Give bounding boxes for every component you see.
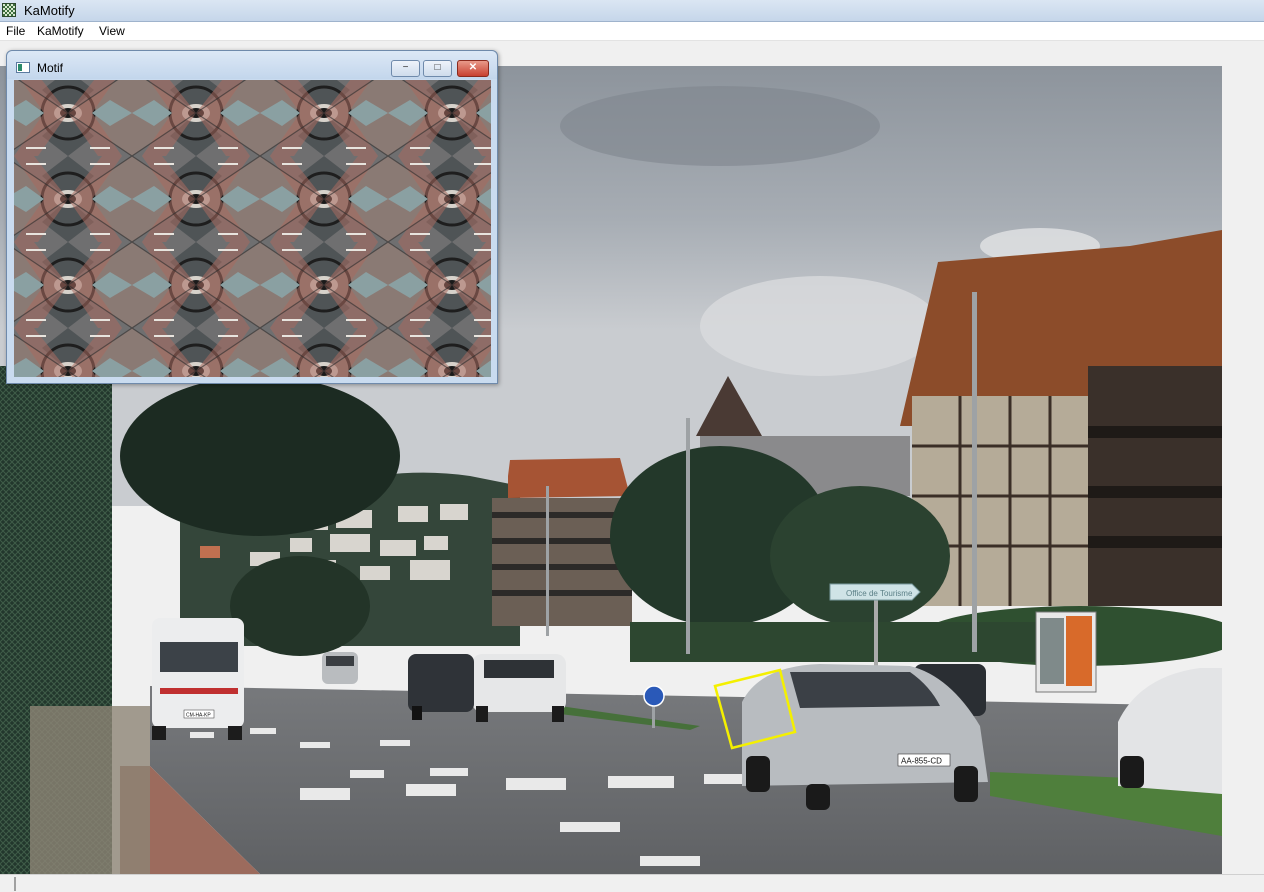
wooden-railing [30,706,150,874]
street-lamp [546,486,549,636]
motif-window[interactable]: Motif − □ ✕ [6,50,498,384]
cloud [560,86,880,166]
tree [230,556,370,656]
dark-car [408,654,474,720]
close-button[interactable]: ✕ [457,60,489,77]
app-icon [2,3,16,17]
motif-titlebar[interactable]: Motif − □ ✕ [7,51,497,79]
status-divider [14,877,16,891]
blue-sign-post [652,706,655,728]
hedge [630,622,1050,662]
close-icon: ✕ [468,62,478,73]
maximize-icon: □ [434,62,441,73]
street-lamp [972,292,977,652]
white-car-right [1118,668,1222,794]
menu-file[interactable]: File [5,24,26,38]
apartment-roof [508,458,630,498]
far-car [322,652,358,684]
tree [120,376,400,536]
status-bar [0,874,1264,892]
maximize-button[interactable]: □ [423,60,452,77]
white-van: CM-HA-KP [152,618,244,740]
street-lamp [686,418,690,654]
menu-kamotify[interactable]: KaMotify [36,24,85,38]
tree [770,486,950,626]
billboard-poster [1066,616,1092,686]
direction-sign-text: Office de Tourisme [846,589,913,598]
main-window-titlebar[interactable]: KaMotify [0,0,1264,22]
billboard-poster [1040,618,1064,684]
cloud [700,276,940,376]
sign-post [874,596,878,666]
van-plate: CM-HA-KP [186,713,211,719]
sedan-plate: AA-855-CD [901,757,942,766]
motif-pattern-view[interactable] [14,80,491,377]
window-title: KaMotify [24,3,75,18]
motif-title: Motif [37,61,64,75]
window-icon [16,62,30,73]
white-hatchback [472,654,566,722]
menu-view[interactable]: View [98,24,126,38]
minimize-icon: − [402,62,409,73]
blue-direction-sign [643,685,665,707]
menubar: File KaMotify View [0,22,1264,41]
kaleidoscope-pattern [14,80,491,377]
minimize-button[interactable]: − [391,60,420,77]
